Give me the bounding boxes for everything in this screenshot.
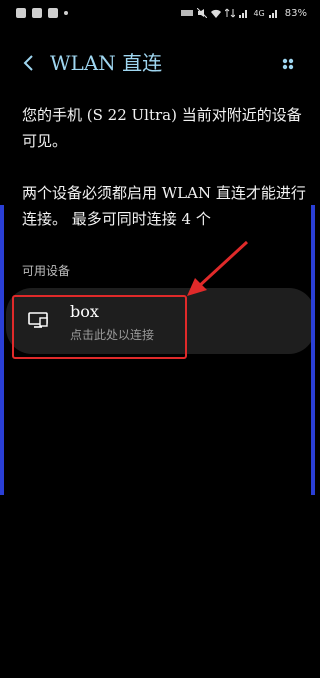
signal-icon	[239, 10, 248, 18]
status-bar: 4G 83%	[0, 0, 315, 26]
chat-notification-icon	[32, 8, 42, 18]
connection-description: 两个设备必须都启用 WLAN 直连才能进行连接。 最多可同时连接 4 个	[22, 184, 306, 228]
network-speed-icon	[181, 10, 194, 16]
mute-icon	[197, 8, 208, 18]
red-arrow-annotation	[187, 240, 249, 296]
visibility-description: 您的手机 (S 22 Ultra) 当前对附近的设备可见。	[22, 106, 302, 150]
signal-2-icon	[268, 10, 277, 18]
battery-percent: 83%	[284, 7, 307, 19]
more-dots-icon	[282, 58, 294, 70]
app-notification-icon	[16, 8, 26, 18]
left-edge-indicator	[0, 205, 4, 495]
more-notifications-icon	[64, 11, 68, 15]
page-title: WLAN 直连	[50, 51, 163, 75]
wechat-notification-icon	[48, 8, 58, 18]
signal-label: 4G	[253, 8, 265, 18]
chevron-left-icon	[23, 55, 33, 71]
notification-icons	[16, 8, 68, 18]
available-devices-title: 可用设备	[22, 264, 71, 278]
wifi-icon	[211, 9, 222, 18]
device-name: box	[70, 302, 99, 321]
right-edge-indicator	[311, 205, 315, 495]
device-hint: 点击此处以连接	[70, 328, 155, 342]
more-button[interactable]	[281, 56, 295, 70]
back-button[interactable]	[16, 50, 40, 76]
monitor-icon	[28, 312, 48, 328]
data-arrows-icon	[225, 8, 236, 18]
system-icons: 4G 83%	[181, 8, 307, 19]
header: WLAN 直连	[0, 46, 315, 82]
